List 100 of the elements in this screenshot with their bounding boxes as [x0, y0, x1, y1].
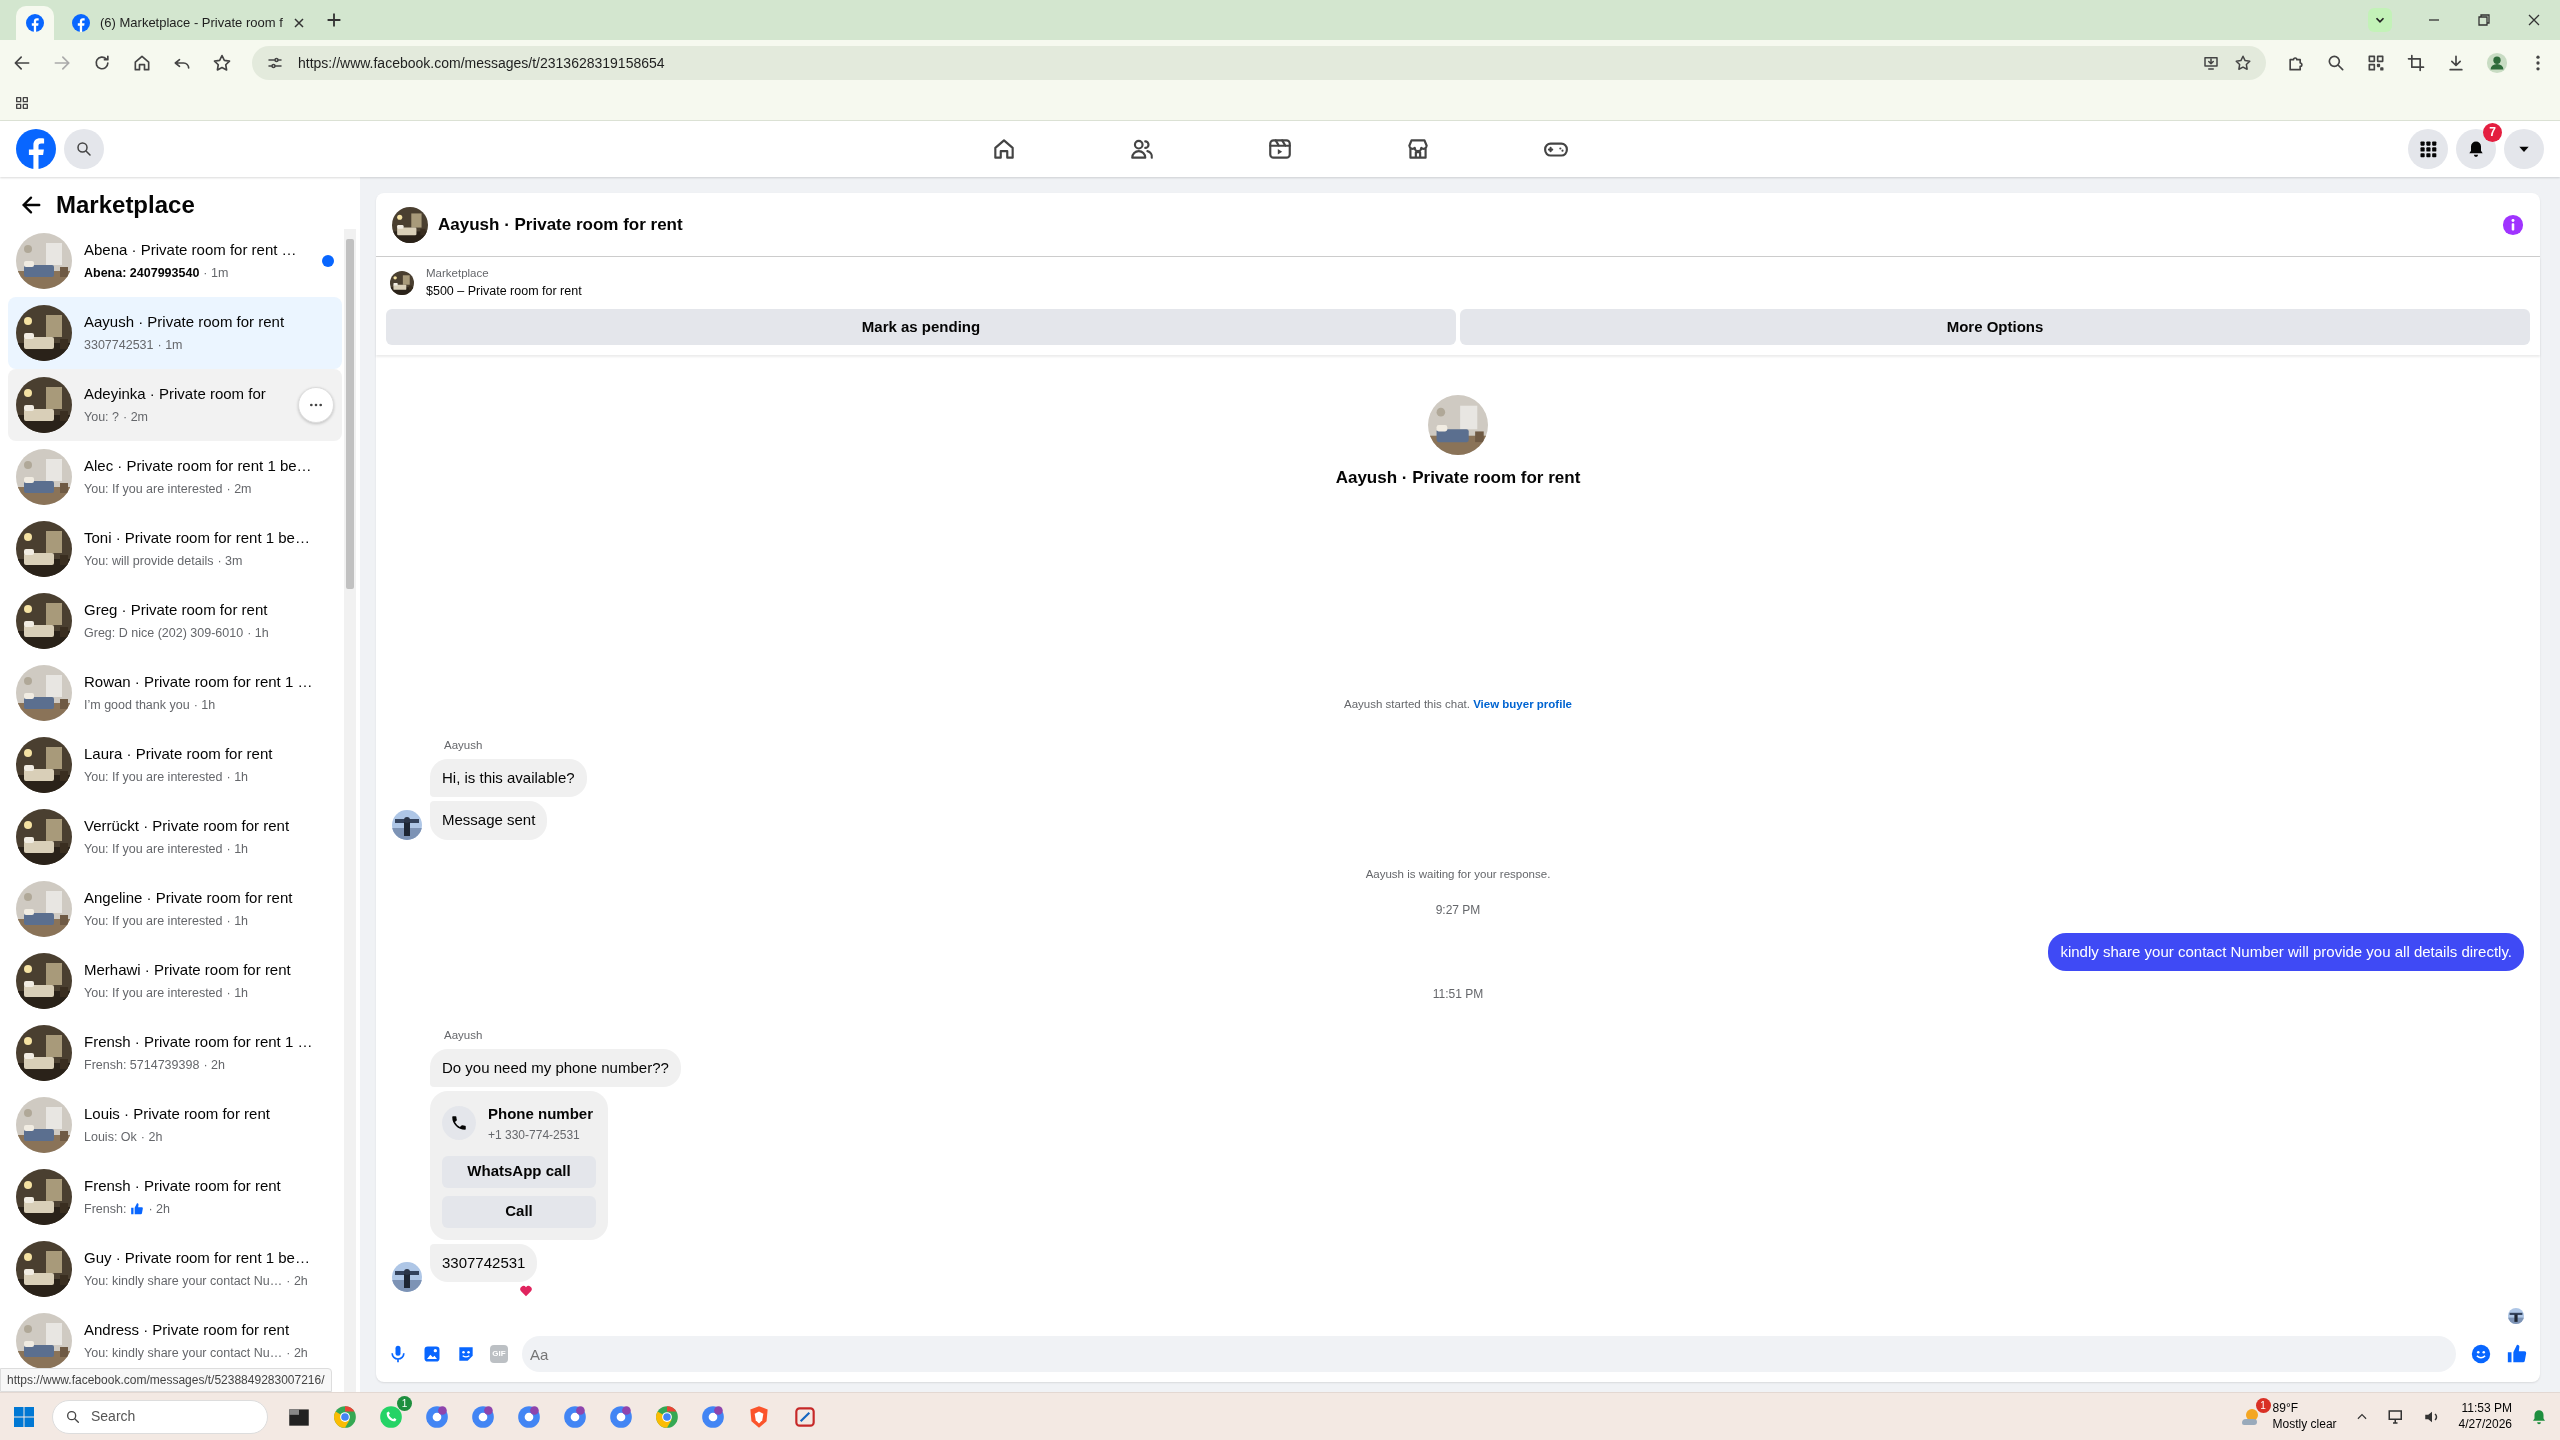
- facebook-logo-icon: [26, 14, 44, 32]
- browser-profile-icon[interactable]: [424, 1403, 450, 1430]
- message-input-field[interactable]: Aa: [522, 1336, 2456, 1372]
- conversation-item[interactable]: Adeyinka · Private room for You: ? · 2m: [8, 369, 342, 441]
- conversation-item[interactable]: Toni · Private room for rent 1 be… You: will provide details · 3m: [8, 513, 342, 585]
- clock-date[interactable]: 4/27/2026: [2458, 1416, 2512, 1433]
- address-bar[interactable]: https://www.facebook.com/messages/t/2313628319158654: [252, 46, 2266, 80]
- weather-condition: Mostly clear: [2272, 1416, 2337, 1433]
- message-bubble: Do you need my phone number??: [430, 1048, 681, 1087]
- download-icon[interactable]: [2446, 53, 2466, 73]
- facebook-logo-icon[interactable]: [16, 129, 56, 169]
- browser-tab[interactable]: (6) Marketplace - Private room f: [58, 6, 319, 40]
- seen-avatar-icon: [2508, 1308, 2524, 1324]
- conversation-item[interactable]: Frensh · Private room for rent Frensh: · 2h: [8, 1161, 342, 1233]
- message-preview: You: If you are interested: [84, 840, 223, 858]
- home-icon[interactable]: [132, 53, 152, 73]
- listing-title[interactable]: $500 – Private room for rent: [426, 282, 582, 301]
- conversation-item[interactable]: Angeline · Private room for rent You: If you are interested · 1h: [8, 873, 342, 945]
- browser-profile-icon[interactable]: [470, 1403, 496, 1430]
- network-icon[interactable]: [2386, 1407, 2405, 1426]
- conversation-item[interactable]: Guy · Private room for rent 1 be… You: kindly share your contact Nu… · 2h: [8, 1233, 342, 1305]
- call-button[interactable]: WhatsApp call: [442, 1155, 596, 1188]
- windows-start-icon[interactable]: [12, 1404, 36, 1429]
- profile-link[interactable]: View buyer profile: [1473, 698, 1572, 710]
- phone-icon: [450, 1114, 468, 1133]
- browser-icon[interactable]: [654, 1403, 680, 1430]
- message-preview: You: If you are interested: [84, 480, 223, 498]
- chat-title: Aayush · Private room for rent: [438, 213, 683, 236]
- clock-time[interactable]: 11:53 PM: [2458, 1400, 2512, 1417]
- call-button[interactable]: Call: [442, 1195, 596, 1228]
- back-icon[interactable]: [12, 53, 32, 73]
- browser-profile-icon[interactable]: [608, 1403, 634, 1430]
- timestamp: 11:51 PM: [1431, 986, 1485, 1004]
- crop-icon[interactable]: [2406, 53, 2426, 73]
- sticker-icon[interactable]: [456, 1344, 476, 1364]
- thumbs-up-icon[interactable]: [2506, 1343, 2528, 1365]
- close-icon[interactable]: [2526, 12, 2542, 28]
- search-button[interactable]: [64, 129, 104, 169]
- facebook-logo-icon: [72, 14, 90, 32]
- house-icon: [991, 136, 1017, 162]
- message-preview: Frensh: 5714739398: [84, 1056, 200, 1074]
- browser-profile-icon[interactable]: [562, 1403, 588, 1430]
- conversation-title: Andress · Private room for rent: [84, 1320, 291, 1341]
- message-preview: You: If you are interested: [84, 984, 223, 1002]
- message-preview: Greg: D nice (202) 309-6010: [84, 624, 244, 642]
- conversation-title: Frensh · Private room for rent 1 …: [84, 1032, 314, 1053]
- tab-search-button[interactable]: [2368, 8, 2392, 32]
- message-time: · 2h: [286, 1344, 308, 1362]
- browser-profile-icon[interactable]: [516, 1403, 542, 1430]
- apps-icon[interactable]: [14, 95, 30, 111]
- photo-icon[interactable]: [422, 1344, 442, 1364]
- microphone-icon[interactable]: [388, 1344, 408, 1364]
- menu-button[interactable]: [2408, 129, 2448, 169]
- reload-icon[interactable]: [92, 53, 112, 73]
- conversation-item[interactable]: Frensh · Private room for rent 1 … Frensh: 5714739398 · 2h: [8, 1017, 342, 1089]
- notification-bell-icon[interactable]: [2530, 1407, 2548, 1426]
- emoji-icon[interactable]: [2470, 1343, 2492, 1365]
- browser-profile-icon[interactable]: [700, 1403, 726, 1430]
- conversation-item[interactable]: Abena · Private room for rent … Abena: 2407993540 · 1m: [8, 225, 342, 297]
- chat-app-icon[interactable]: [378, 1403, 404, 1430]
- conversation-item[interactable]: Greg · Private room for rent Greg: D nice (202) 309-6010 · 1h: [8, 585, 342, 657]
- message-time: · 1m: [203, 264, 229, 282]
- conversation-item[interactable]: Alec · Private room for rent 1 be… You: If you are interested · 2m: [8, 441, 342, 513]
- message-time: · 1h: [226, 912, 249, 930]
- conversation-item[interactable]: Louis · Private room for rent Louis: Ok · 2h: [8, 1089, 342, 1161]
- restore-icon[interactable]: [2476, 12, 2492, 28]
- browser-icon[interactable]: [332, 1403, 358, 1430]
- scrollbar[interactable]: [344, 229, 356, 1392]
- notifications-button[interactable]: [2456, 129, 2496, 169]
- info-icon[interactable]: [2502, 213, 2524, 236]
- bookmark-star-icon[interactable]: [2234, 54, 2252, 72]
- message-time: · 1h: [226, 840, 249, 858]
- message-preview: You: If you are interested: [84, 768, 223, 786]
- conversation-item[interactable]: Merhawi · Private room for rent You: If you are interested · 1h: [8, 945, 342, 1017]
- conversation-item[interactable]: Aayush · Private room for rent 3307742531 · 1m: [8, 297, 342, 369]
- message-preview: You: kindly share your contact Nu…: [84, 1272, 283, 1290]
- bookmark-star-icon[interactable]: [212, 53, 232, 73]
- browser-tab[interactable]: [16, 6, 54, 40]
- back-arrow-icon[interactable]: [20, 194, 42, 216]
- action-button[interactable]: Mark as pending: [386, 309, 1456, 345]
- message-time: · 2h: [286, 1272, 308, 1290]
- zoom-icon[interactable]: [2326, 53, 2346, 73]
- temperature: 89°F: [2272, 1400, 2300, 1417]
- message-preview: You: will provide details: [84, 552, 214, 570]
- video-icon: [1267, 136, 1293, 162]
- message-time: · 2m: [226, 480, 252, 498]
- message-preview: Frensh:: [84, 1200, 127, 1218]
- profile-avatar-icon[interactable]: [2486, 52, 2508, 74]
- close-icon[interactable]: [292, 17, 305, 29]
- qr-code-icon[interactable]: [2366, 53, 2386, 73]
- conversation-item[interactable]: Rowan · Private room for rent 1 … I’m good thank you · 1h: [8, 657, 342, 729]
- phone-number: +1 330-774-2531: [488, 1126, 581, 1144]
- taskbar-search-field[interactable]: Search: [52, 1399, 268, 1434]
- weather-badge: 1: [2255, 1397, 2271, 1413]
- message-time: · 1h: [226, 984, 249, 1002]
- install-app-icon[interactable]: [2202, 54, 2220, 72]
- conversation-item[interactable]: Verrückt · Private room for rent You: If you are interested · 1h: [8, 801, 342, 873]
- conversation-item[interactable]: Laura · Private room for rent You: If you are interested · 1h: [8, 729, 342, 801]
- storefront-icon: [1405, 136, 1431, 162]
- action-button[interactable]: More Options: [1460, 309, 2530, 345]
